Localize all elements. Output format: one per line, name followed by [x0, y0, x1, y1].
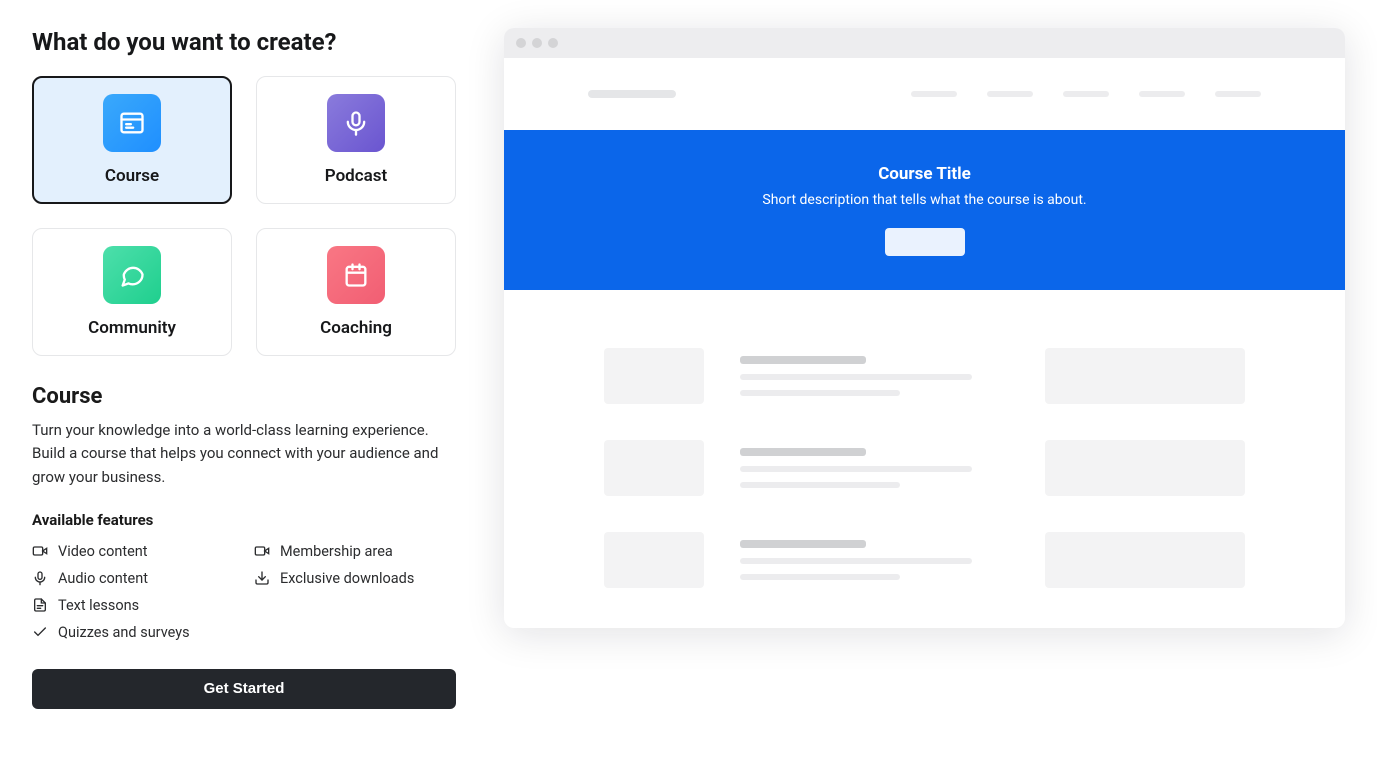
feature-text-lessons: Text lessons [32, 597, 234, 614]
preview-hero-title: Course Title [878, 164, 971, 184]
type-label-coaching: Coaching [320, 318, 392, 338]
feature-label: Exclusive downloads [280, 570, 414, 587]
window-chrome [504, 28, 1345, 58]
microphone-icon [327, 94, 385, 152]
selected-type-title: Course [32, 384, 456, 409]
download-icon [254, 570, 270, 586]
feature-audio-content: Audio content [32, 570, 234, 587]
feature-label: Quizzes and surveys [58, 624, 190, 641]
feature-label: Video content [58, 543, 148, 560]
features-list: Video content Audio content Text lessons… [32, 543, 456, 641]
thumb-skeleton [604, 532, 704, 588]
audio-icon [32, 570, 48, 586]
selected-type-description: Turn your knowledge into a world-class l… [32, 419, 456, 489]
nav-item-skeleton [1063, 91, 1109, 97]
text-skeleton [740, 448, 1009, 488]
side-skeleton [1045, 440, 1245, 496]
preview-row [604, 440, 1245, 496]
get-started-button[interactable]: Get Started [32, 669, 456, 709]
preview-header [504, 58, 1345, 130]
preview-row [604, 532, 1245, 588]
video-icon [254, 543, 270, 559]
preview-nav [911, 91, 1261, 97]
thumb-skeleton [604, 440, 704, 496]
feature-quizzes: Quizzes and surveys [32, 624, 234, 641]
preview-window: Course Title Short description that tell… [504, 28, 1345, 628]
features-heading: Available features [32, 511, 456, 529]
chat-icon [103, 246, 161, 304]
nav-item-skeleton [1139, 91, 1185, 97]
preview-content [504, 290, 1345, 628]
feature-label: Audio content [58, 570, 148, 587]
feature-video-content: Video content [32, 543, 234, 560]
browser-icon [103, 94, 161, 152]
nav-item-skeleton [911, 91, 957, 97]
feature-label: Text lessons [58, 597, 139, 614]
side-skeleton [1045, 532, 1245, 588]
check-icon [32, 624, 48, 640]
type-card-community[interactable]: Community [32, 228, 232, 356]
logo-skeleton [588, 90, 676, 98]
text-skeleton [740, 540, 1009, 580]
type-card-podcast[interactable]: Podcast [256, 76, 456, 204]
window-dot [532, 38, 542, 48]
type-label-community: Community [88, 318, 176, 338]
text-skeleton [740, 356, 1009, 396]
type-card-coaching[interactable]: Coaching [256, 228, 456, 356]
type-card-course[interactable]: Course [32, 76, 232, 204]
feature-membership: Membership area [254, 543, 456, 560]
nav-item-skeleton [1215, 91, 1261, 97]
page-heading: What do you want to create? [32, 28, 456, 56]
thumb-skeleton [604, 348, 704, 404]
preview-row [604, 348, 1245, 404]
video-icon [32, 543, 48, 559]
type-label-course: Course [105, 166, 159, 186]
preview-hero-subtitle: Short description that tells what the co… [762, 192, 1086, 208]
preview-hero: Course Title Short description that tell… [504, 130, 1345, 290]
preview-hero-button [885, 228, 965, 256]
window-dot [548, 38, 558, 48]
nav-item-skeleton [987, 91, 1033, 97]
type-label-podcast: Podcast [325, 166, 387, 186]
window-dot [516, 38, 526, 48]
product-type-grid: Course Podcast Communi [32, 76, 456, 356]
feature-downloads: Exclusive downloads [254, 570, 456, 587]
feature-label: Membership area [280, 543, 393, 560]
calendar-icon [327, 246, 385, 304]
text-icon [32, 597, 48, 613]
side-skeleton [1045, 348, 1245, 404]
